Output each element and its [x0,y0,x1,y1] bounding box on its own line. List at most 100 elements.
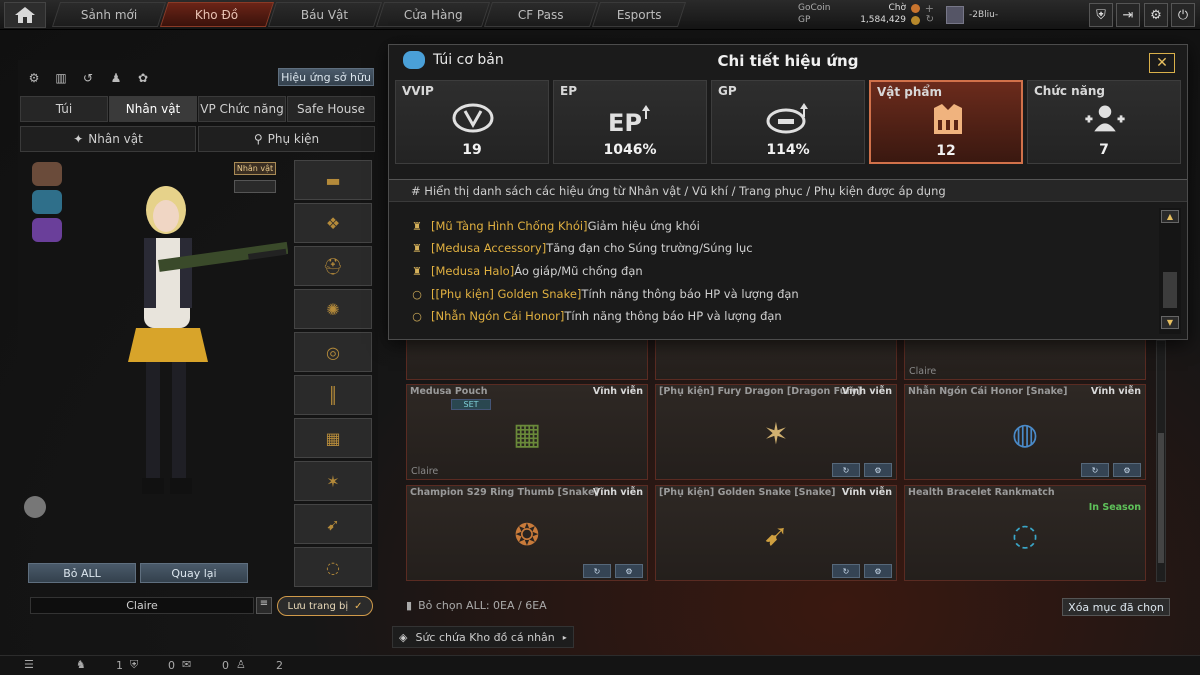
scroll-up-button[interactable]: ▲ [1161,210,1179,223]
settings-disc-icon[interactable] [24,496,46,518]
tab-vp-chuc-nang[interactable]: VP Chức năng [198,96,286,122]
skin-badge-1[interactable] [32,162,62,186]
character-icon[interactable]: ♟ [106,68,126,88]
gp-icon [911,16,920,25]
tab-cf-pass[interactable]: CF Pass [483,2,599,27]
toggle-off-button[interactable]: ↻ [1081,463,1109,477]
gear-icon[interactable]: ⚙ [864,564,892,578]
gp-value: 1,584,429 [860,15,906,25]
function-users-icon [1080,99,1130,137]
auto-off-icon[interactable]: ⚙ [24,68,44,88]
clear-all-button[interactable]: Bỏ ALL [28,563,136,583]
tab-esports[interactable]: Esports [591,2,687,27]
inventory-card[interactable]: [Phụ kiện] Golden Snake [Snake] Vĩnh viễ… [655,485,897,581]
tab-label: Sảnh mới [80,7,138,22]
ring-thumb-icon: ❂ [514,517,540,553]
inventory-card[interactable]: Nhẫn Ngón Cái Honor [Snake] Vĩnh viễn ◍ … [904,384,1146,480]
selection-text: Bỏ chọn ALL: 0EA / 6EA [418,599,547,612]
owned-effects-button[interactable]: Hiệu ứng sở hữu [278,68,374,86]
toggle-off-button[interactable]: ↻ [832,463,860,477]
refresh-icon[interactable]: ↻ [926,14,934,25]
subtab-nhan-vat[interactable]: ✦ Nhân vật [20,126,196,152]
delete-selected-button[interactable]: Xóa mục đã chọn [1062,598,1170,616]
slot-mask[interactable]: ❖ [294,203,372,243]
ring-icon: ◍ [1011,416,1039,452]
gp-up-icon [764,99,814,137]
user-box[interactable]: -2Bliu- [946,4,1066,26]
save-equipment-button[interactable]: Lưu trang bị ✓ [277,596,373,616]
stat-card-vvip[interactable]: VVIP 19 [395,80,549,164]
slot-weapon[interactable]: ▬ [294,160,372,200]
slot-pouch[interactable]: ▦ [294,418,372,458]
power-icon[interactable]: ⏻ [1171,3,1195,27]
scroll-thumb[interactable] [1158,433,1164,563]
inventory-card[interactable]: Champion S29 Ring Thumb [Snake] Vĩnh viễ… [406,485,648,581]
vvip-icon [448,99,498,137]
character-name-field[interactable]: Claire [30,597,254,614]
stat-value: 12 [936,143,956,159]
gear-icon[interactable]: ⚙ [864,463,892,477]
back-button[interactable]: Quay lại [140,563,248,583]
slot-accessory[interactable]: ║ [294,375,372,415]
stat-card-ep[interactable]: EP EP 1046% [553,80,707,164]
avatar [946,6,964,24]
gear-icon[interactable]: ⚙ [1113,463,1141,477]
home-button[interactable] [4,2,46,28]
stat-card-chuc-nang[interactable]: Chức năng 7 [1027,80,1181,164]
slot-emblem[interactable]: ✺ [294,289,372,329]
tab-label: Esports [616,7,662,22]
inventory-card[interactable]: [Phụ kiện] Fury Dragon [Dragon Fury] Vĩn… [655,384,897,480]
slot-helmet[interactable]: ⛑ [294,246,372,286]
tab-cua-hang[interactable]: Cửa Hàng [375,2,491,27]
list-icon[interactable]: ☰ [24,658,34,671]
count-3: 0 [222,659,229,672]
slot-snake[interactable]: ➹ [294,504,372,544]
shield-icon[interactable]: ⛨ [130,658,138,672]
group-icon[interactable]: ♞ [76,658,86,671]
tab-bau-vat[interactable]: Báu Vật [267,2,383,27]
gear-icon[interactable]: ⚙ [1144,3,1168,27]
inventory-scrollbar[interactable] [1156,340,1166,582]
shield-icon[interactable]: ⛨ [1089,3,1113,27]
scroll-down-button[interactable]: ▼ [1161,316,1179,329]
bag-icon[interactable]: ✿ [133,68,153,88]
subtab-phu-kien[interactable]: ⚲ Phụ kiện [198,126,375,152]
tab-nhan-vat[interactable]: Nhân vật [109,96,197,122]
inventory-card[interactable]: Health Bracelet Rankmatch In Season ◌ [904,485,1146,581]
inventory-card[interactable]: Medusa Pouch Vĩnh viễn SET ▦ Claire [406,384,648,480]
toggle-off-button[interactable]: ↻ [832,564,860,578]
tab-sanh-moi[interactable]: Sảnh mới [51,2,167,27]
list-icon[interactable]: ≡ [256,597,272,614]
history-icon[interactable]: ↺ [78,68,98,88]
scroll-thumb[interactable] [1163,272,1177,308]
count-2: 0 [168,659,175,672]
tab-safe-house[interactable]: Safe House [287,96,375,122]
exit-icon[interactable]: ⇥ [1116,3,1140,27]
stat-label: Chức năng [1034,84,1105,98]
effect-row: ○ [Nhẫn Ngón Cái Honor]Tính năng thông b… [411,306,782,326]
ranking-icon[interactable]: ▥ [51,68,71,88]
stat-card-gp[interactable]: GP 114% [711,80,865,164]
tab-tui[interactable]: Túi [20,96,108,122]
card-duration: Vĩnh viễn [592,487,643,498]
friends-icon[interactable]: ♙ [236,658,246,671]
gocoin-icon [911,4,920,13]
slot-dragon[interactable]: ✶ [294,461,372,501]
home-icon [15,7,35,23]
gear-icon[interactable]: ⚙ [615,564,643,578]
effect-list-scrollbar[interactable]: ▲ ▼ [1159,208,1181,334]
chat-icon[interactable]: ✉ [182,658,191,671]
skin-badge-3[interactable] [32,218,62,242]
slot-bracelet[interactable]: ◌ [294,547,372,587]
card-title: Medusa Pouch [410,386,488,397]
skin-badge-2[interactable] [32,190,62,214]
status-bar: ☰ ♞ 1 ⛨ 0 ✉ 0 ♙ 2 [0,655,1200,675]
effect-list: # Hiển thị danh sách các hiệu ứng từ Nhâ… [389,179,1187,339]
slot-halo[interactable]: ◎ [294,332,372,372]
currency-box: GoCoin GP Chờ 1,584,429 + ↻ [796,2,936,28]
stat-card-vat-pham[interactable]: Vật phẩm 12 [869,80,1023,164]
toggle-off-button[interactable]: ↻ [583,564,611,578]
close-button[interactable]: ✕ [1149,53,1175,73]
capacity-bar[interactable]: ◈ Sức chứa Kho đồ cá nhân ▸ [392,626,574,648]
tab-kho-do[interactable]: Kho Đồ [159,2,275,27]
